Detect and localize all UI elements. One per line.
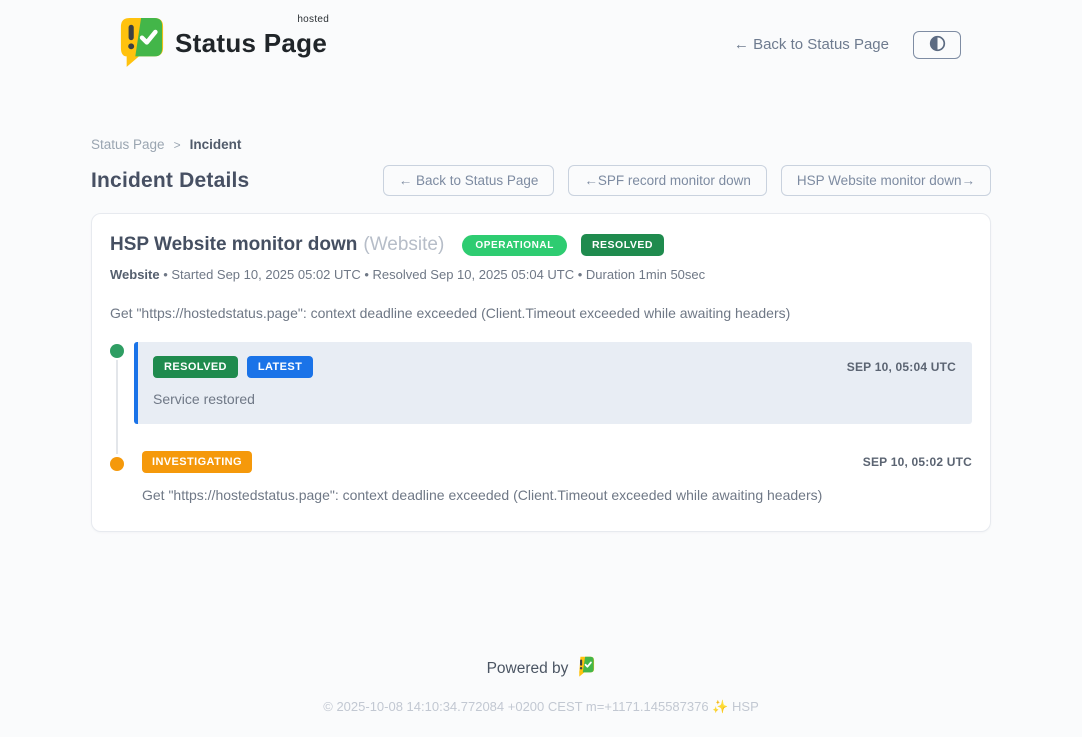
- contrast-half-circle-icon: [929, 35, 946, 55]
- brand-name: Status Page: [175, 28, 327, 58]
- brand-superscript: hosted: [297, 14, 329, 25]
- incident-timeline: RESOLVED LATEST SEP 10, 05:04 UTC Servic…: [110, 342, 972, 503]
- timeline-dot-investigating: [110, 457, 124, 471]
- incident-meta-times: • Started Sep 10, 2025 05:02 UTC • Resol…: [160, 267, 706, 282]
- brand-logo[interactable]: Status Page hosted: [119, 16, 327, 73]
- incident-details-card: HSP Website monitor down (Website) OPERA…: [91, 213, 991, 532]
- timeline-message: Service restored: [153, 391, 956, 407]
- resolved-state-badge: RESOLVED: [581, 234, 664, 256]
- timeline-message: Get "https://hostedstatus.page": context…: [142, 487, 972, 503]
- timeline-latest-badge: LATEST: [247, 356, 313, 378]
- breadcrumb: Status Page > Incident: [91, 137, 991, 152]
- operational-status-badge: OPERATIONAL: [462, 235, 567, 256]
- copyright-text: © 2025-10-08 14:10:34.772084 +0200 CEST …: [323, 699, 708, 714]
- timeline-entry-investigating: INVESTIGATING SEP 10, 05:02 UTC Get "htt…: [110, 451, 972, 503]
- site-header: Status Page hosted ← Back to Status Page: [91, 0, 991, 73]
- incident-component: (Website): [363, 234, 444, 256]
- powered-by-label: Powered by: [487, 660, 569, 678]
- breadcrumb-status-page[interactable]: Status Page: [91, 137, 165, 152]
- timeline-latest-update-box: RESOLVED LATEST SEP 10, 05:04 UTC Servic…: [134, 342, 972, 424]
- timeline-dot-resolved: [110, 344, 124, 358]
- back-to-status-page-button[interactable]: ← Back to Status Page: [383, 165, 555, 196]
- incident-title: HSP Website monitor down: [110, 234, 357, 256]
- timeline-investigating-badge: INVESTIGATING: [142, 451, 252, 473]
- theme-toggle-button[interactable]: [913, 31, 961, 59]
- timeline-timestamp: SEP 10, 05:04 UTC: [847, 360, 956, 374]
- page-footer: Powered by © 2025-10-08 14:10:34.772084 …: [0, 656, 1082, 715]
- incident-description: Get "https://hostedstatus.page": context…: [110, 305, 972, 321]
- brand-wordmark: Status Page hosted: [175, 16, 327, 59]
- copyright-suffix: HSP: [732, 699, 759, 714]
- breadcrumb-incident: Incident: [190, 137, 242, 152]
- timeline-timestamp: SEP 10, 05:02 UTC: [863, 455, 972, 469]
- incident-meta: Website • Started Sep 10, 2025 05:02 UTC…: [110, 267, 972, 282]
- header-back-to-status-page-link[interactable]: ← Back to Status Page: [734, 36, 889, 53]
- status-page-mini-logo-icon[interactable]: [576, 656, 595, 682]
- timeline-entry-resolved: RESOLVED LATEST SEP 10, 05:04 UTC Servic…: [110, 342, 972, 424]
- powered-by: Powered by: [487, 656, 596, 682]
- sparkles-icon: ✨: [712, 699, 728, 714]
- next-incident-button[interactable]: HSP Website monitor down→: [781, 165, 991, 196]
- previous-incident-button[interactable]: ←SPF record monitor down: [568, 165, 767, 196]
- copyright-line: © 2025-10-08 14:10:34.772084 +0200 CEST …: [0, 699, 1082, 715]
- timeline-resolved-badge: RESOLVED: [153, 356, 238, 378]
- page-title: Incident Details: [91, 169, 249, 193]
- incident-nav-buttons: ← Back to Status Page ←SPF record monito…: [383, 165, 991, 196]
- status-page-logo-icon: [119, 16, 165, 73]
- incident-meta-component: Website: [110, 267, 160, 282]
- breadcrumb-separator: >: [174, 138, 181, 152]
